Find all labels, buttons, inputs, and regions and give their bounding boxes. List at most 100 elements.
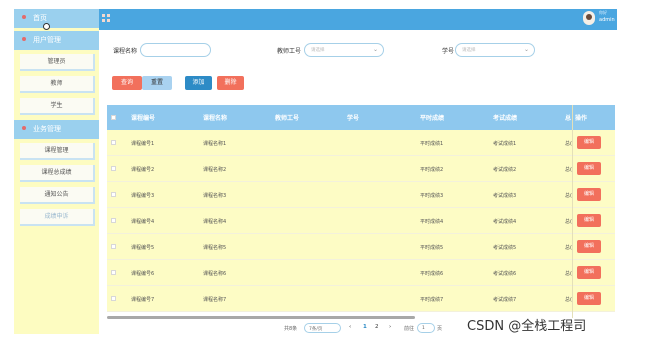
cell-course-name: 课程名称3 — [203, 193, 227, 199]
row-checkbox[interactable] — [111, 296, 116, 301]
teacher-id-label: 教师工号 — [277, 48, 302, 55]
cell-regular-score: 平时成绩6 — [420, 271, 444, 277]
sidebar-item-course-mgmt[interactable]: 课程管理 — [20, 143, 95, 160]
sidebar-group-user-mgmt[interactable]: 用户管理 — [14, 31, 99, 50]
sidebar-item-home[interactable]: 首页 — [14, 9, 99, 28]
cell-course-code: 课程编号6 — [131, 271, 155, 277]
sidebar-item-appeal[interactable]: 成绩申诉 — [20, 209, 95, 226]
sidebar-item-admin[interactable]: 管理员 — [20, 54, 95, 71]
goto-label: 前往 — [404, 326, 415, 332]
row-checkbox[interactable] — [111, 270, 116, 275]
sidebar-item-notice[interactable]: 通知公告 — [20, 187, 95, 204]
table-row: 课程编号6 课程名称6 平时成绩6 考试成绩6 总( 编辑 — [107, 260, 615, 286]
users-icon — [22, 37, 26, 41]
sidebar-item-label: 课程总成绩 — [41, 169, 72, 176]
cell-exam-score: 考试成绩7 — [493, 297, 517, 303]
course-table: 课程编号 课程名称 教师工号 学号 平时成绩 考试成绩 总 操作 课程编号1 课… — [107, 105, 615, 318]
col-regular-score: 平时成绩 — [420, 115, 445, 122]
course-name-label: 课程名称 — [113, 48, 138, 55]
teacher-id-placeholder: 请选择 — [311, 48, 325, 53]
cell-regular-score: 平时成绩5 — [420, 245, 444, 251]
sidebar-item-label: 首页 — [33, 14, 47, 22]
next-page-button[interactable]: › — [389, 324, 391, 330]
cell-total: 总( — [565, 245, 572, 251]
student-id-select[interactable]: 请选择 ⌄ — [455, 43, 535, 57]
sidebar-group-label: 用户管理 — [33, 36, 61, 44]
cell-exam-score: 考试成绩3 — [493, 193, 517, 199]
cell-regular-score: 平时成绩7 — [420, 297, 444, 303]
cell-course-name: 课程名称7 — [203, 297, 227, 303]
cell-course-name: 课程名称5 — [203, 245, 227, 251]
row-checkbox[interactable] — [111, 244, 116, 249]
chevron-down-icon: ⌄ — [372, 46, 378, 53]
cell-exam-score: 考试成绩6 — [493, 271, 517, 277]
cell-course-name: 课程名称2 — [203, 167, 227, 173]
table-row: 课程编号1 课程名称1 平时成绩1 考试成绩1 总( 编辑 — [107, 130, 615, 156]
page-number[interactable]: 1 — [363, 324, 367, 330]
cell-course-code: 课程编号1 — [131, 141, 155, 147]
chevron-down-icon: ⌄ — [523, 46, 529, 53]
sidebar-item-label: 学生 — [50, 102, 63, 109]
col-teacher-id: 教师工号 — [275, 115, 300, 122]
cell-total: 总( — [565, 271, 572, 277]
col-course-code: 课程编号 — [131, 115, 156, 122]
fixed-operation-column — [572, 105, 615, 318]
sidebar-item-student[interactable]: 学生 — [20, 98, 95, 115]
prev-page-button[interactable]: ‹ — [349, 324, 351, 330]
row-checkbox[interactable] — [111, 140, 116, 145]
goto-page-input[interactable]: 1 — [417, 323, 435, 333]
page-number[interactable]: 2 — [375, 324, 379, 330]
business-icon — [22, 126, 26, 130]
top-bar: 你好 admin — [99, 9, 617, 30]
sidebar-item-teacher[interactable]: 教师 — [20, 76, 95, 93]
table-row: 课程编号4 课程名称4 平时成绩4 考试成绩4 总( 编辑 — [107, 208, 615, 234]
total-count: 共8条 — [284, 326, 298, 332]
row-checkbox[interactable] — [111, 192, 116, 197]
cell-total: 总( — [565, 167, 572, 173]
cell-exam-score: 考试成绩2 — [493, 167, 517, 173]
cell-exam-score: 考试成绩5 — [493, 245, 517, 251]
sidebar-item-course-total[interactable]: 课程总成绩 — [20, 165, 95, 182]
sidebar-item-label: 课程管理 — [44, 147, 69, 154]
delete-button[interactable]: 删除 — [217, 76, 244, 90]
cell-regular-score: 平时成绩3 — [420, 193, 444, 199]
page-size-select[interactable]: 7条/页 — [304, 323, 341, 333]
cell-regular-score: 平时成绩1 — [420, 141, 444, 147]
table-row: 课程编号5 课程名称5 平时成绩5 考试成绩5 总( 编辑 — [107, 234, 615, 260]
app-frame: 首页 用户管理 管理员 教师 学生 业务管理 课程管理 课程总成绩 通知公告 成… — [14, 9, 617, 334]
reset-button[interactable]: 重置 — [142, 76, 172, 90]
row-checkbox[interactable] — [111, 218, 116, 223]
cell-total: 总( — [565, 219, 572, 225]
watermark: CSDN @全栈工程司 — [467, 319, 587, 334]
col-total: 总 — [565, 115, 572, 122]
menu-grid-icon[interactable] — [102, 14, 110, 22]
cell-regular-score: 平时成绩2 — [420, 167, 444, 173]
table-header: 课程编号 课程名称 教师工号 学号 平时成绩 考试成绩 总 操作 — [107, 105, 615, 130]
row-checkbox[interactable] — [111, 166, 116, 171]
cell-regular-score: 平时成绩4 — [420, 219, 444, 225]
cell-total: 总( — [565, 297, 572, 303]
avatar[interactable] — [583, 11, 595, 25]
cell-course-code: 课程编号2 — [131, 167, 155, 173]
page-size-value: 7条/页 — [309, 327, 323, 332]
add-button[interactable]: 添加 — [185, 76, 212, 90]
course-name-input[interactable] — [140, 43, 211, 57]
cell-exam-score: 考试成绩4 — [493, 219, 517, 225]
sidebar-group-label: 业务管理 — [33, 125, 61, 133]
page-unit: 页 — [437, 326, 443, 332]
query-button[interactable]: 查询 — [112, 76, 142, 90]
horizontal-scrollbar[interactable] — [107, 316, 415, 319]
home-icon — [22, 15, 26, 19]
sidebar-group-biz-mgmt[interactable]: 业务管理 — [14, 120, 99, 139]
user-name[interactable]: admin — [599, 17, 615, 23]
goto-page-value: 1 — [422, 326, 425, 331]
select-all-checkbox[interactable] — [111, 115, 116, 120]
sidebar-item-label: 成绩申诉 — [44, 213, 69, 220]
sidebar: 首页 用户管理 管理员 教师 学生 业务管理 课程管理 课程总成绩 通知公告 成… — [14, 9, 99, 334]
teacher-id-select[interactable]: 请选择 ⌄ — [304, 43, 384, 57]
table-row: 课程编号2 课程名称2 平时成绩2 考试成绩2 总( 编辑 — [107, 156, 615, 182]
mouse-cursor-icon — [43, 23, 50, 30]
user-greeting: 你好 — [599, 10, 607, 15]
sidebar-item-label: 通知公告 — [44, 191, 69, 198]
main-content: 课程名称 教师工号 请选择 ⌄ 学号 请选择 ⌄ 查询 重置 添加 删除 课程编… — [99, 30, 617, 334]
